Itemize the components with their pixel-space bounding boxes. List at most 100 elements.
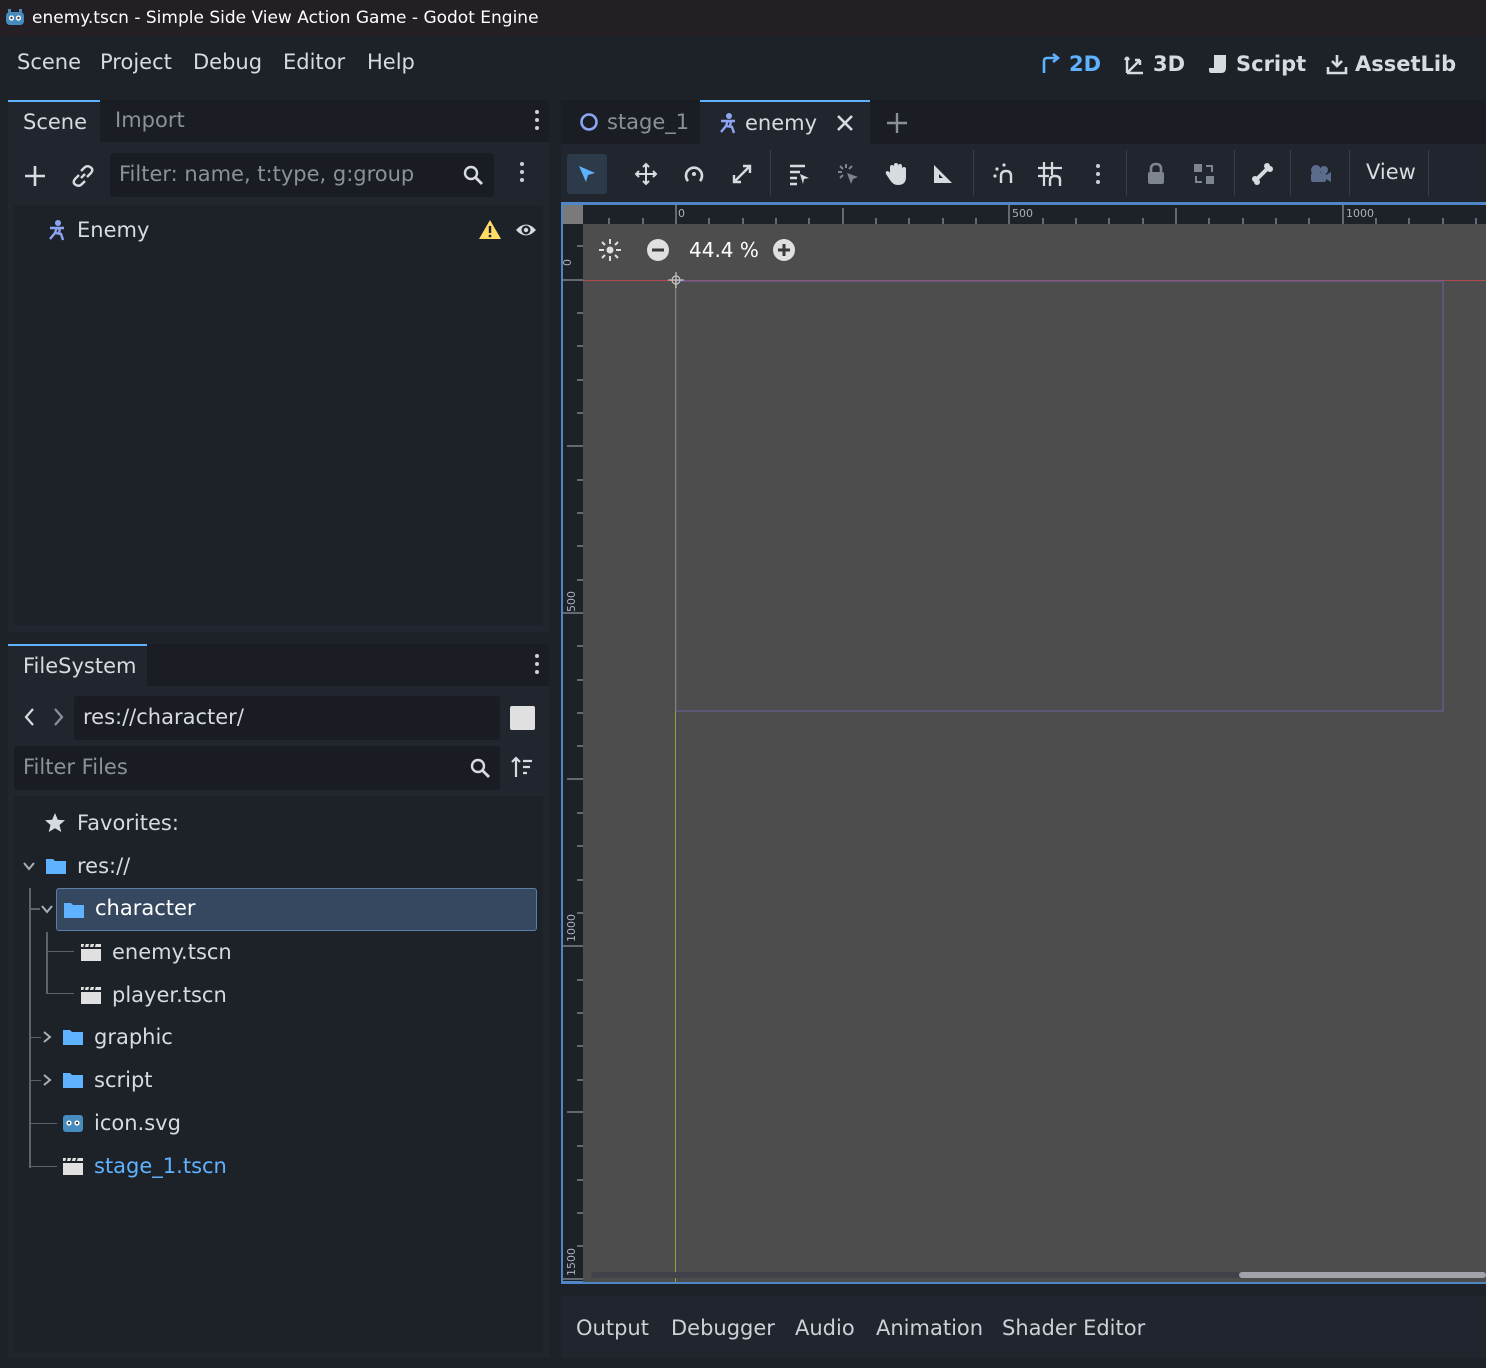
scene-filter-menu-icon[interactable] [519,162,525,182]
tab-scene[interactable]: Scene [8,100,100,142]
file-row-player-tscn[interactable]: player.tscn [80,980,227,1010]
tab-filesystem[interactable]: FileSystem [8,644,147,686]
tab-shader-editor[interactable]: Shader Editor [1002,1316,1145,1340]
workspace-2d-button[interactable]: 2D [1040,52,1101,76]
tab-output[interactable]: Output [576,1316,649,1340]
scene-clapper-icon [63,1157,83,1175]
file-label: enemy.tscn [112,940,232,964]
folder-row-character[interactable]: character [56,888,537,931]
window-title-bar: enemy.tscn - Simple Side View Action Gam… [0,0,1486,36]
tab-audio[interactable]: Audio [795,1316,855,1340]
file-tree: Favorites: res:// character enemy.tscn p… [14,796,543,1352]
download-icon [1326,55,1348,75]
file-label: stage_1.tscn [94,1154,227,1178]
scene-dock-tabbar: Scene Import [8,100,549,144]
toggle-split-mode-icon[interactable] [510,706,535,730]
tab-import[interactable]: Import [100,100,200,142]
scene-node-enemy[interactable]: Enemy [46,213,149,247]
ruler-vertical [563,224,583,1281]
ruler-triangle-icon [934,165,952,183]
scene-filter-input[interactable]: Filter: name, t:type, g:group [110,153,494,197]
horizontal-scrollbar-track[interactable] [591,1272,1486,1278]
menu-project[interactable]: Project [100,50,172,74]
scene-tree: Enemy [14,205,543,625]
workspace-3d-button[interactable]: 3D [1124,52,1185,76]
toolbar-separator [770,150,771,196]
folder-icon [63,1073,83,1088]
snap-options-button[interactable] [1078,154,1118,194]
tree-guide-line [46,932,48,994]
menu-editor[interactable]: Editor [283,50,345,74]
favorites-row[interactable]: Favorites: [44,808,179,838]
horizontal-scrollbar-thumb[interactable] [1239,1272,1486,1278]
folder-icon [46,859,66,874]
ruler-h-label: 1000 [1346,207,1374,220]
menu-debug[interactable]: Debug [193,50,262,74]
close-icon[interactable] [835,113,855,133]
toolbar-separator [1290,150,1291,196]
chevron-right-icon [43,1031,52,1043]
move-mode-button[interactable] [626,154,666,194]
menu-help[interactable]: Help [367,50,415,74]
group-button[interactable] [1184,154,1224,194]
forward-arrow-icon[interactable] [50,706,66,728]
add-node-icon[interactable] [22,163,48,189]
instance-scene-link-icon[interactable] [70,163,96,189]
file-row-enemy-tscn[interactable]: enemy.tscn [80,937,232,967]
file-row-stage-1-tscn[interactable]: stage_1.tscn [62,1151,227,1181]
workspace-script-button[interactable]: Script [1207,52,1306,76]
lock-button[interactable] [1136,154,1176,194]
workspace-assetlib-button[interactable]: AssetLib [1326,52,1456,76]
folder-label: script [94,1068,153,1092]
workspace-script-label: Script [1236,52,1307,76]
zoom-level-label[interactable]: 44.4 % [689,238,759,262]
zoom-out-icon[interactable] [646,238,670,262]
pivot-mode-button[interactable] [828,154,868,194]
camera-override-button[interactable] [1300,154,1340,194]
add-scene-tab-icon[interactable] [885,111,909,135]
list-selection-button[interactable] [779,154,819,194]
script-icon [1209,55,1226,73]
smart-snap-button[interactable] [983,154,1023,194]
workspace-assetlib-label: AssetLib [1355,52,1457,76]
back-arrow-icon[interactable] [22,706,38,728]
canvas-viewport[interactable]: 44.4 % [583,224,1486,1282]
rotate-mode-button[interactable] [674,154,714,194]
scale-mode-button[interactable] [722,154,762,194]
visibility-eye-icon[interactable] [514,219,538,241]
tab-debugger[interactable]: Debugger [671,1316,775,1340]
lock-icon [1148,162,1164,184]
folder-row-script[interactable]: script [40,1065,153,1095]
file-filter-input[interactable]: Filter Files [14,746,500,790]
tab-animation[interactable]: Animation [876,1316,983,1340]
select-mode-button[interactable] [567,154,607,194]
skeleton-button[interactable] [1242,154,1282,194]
scene-dock-menu-icon[interactable] [534,110,540,130]
menu-scene[interactable]: Scene [17,50,81,74]
scene-tab-enemy[interactable]: enemy [700,100,870,144]
pan-mode-button[interactable] [876,154,916,194]
scene-clapper-icon [81,943,101,961]
warning-icon[interactable] [478,218,502,242]
folder-row-graphic[interactable]: graphic [40,1022,173,1052]
grid-snap-button[interactable] [1030,154,1070,194]
file-row-icon-svg[interactable]: icon.svg [62,1108,181,1138]
file-label: icon.svg [94,1111,181,1135]
zoom-in-icon[interactable] [772,238,796,262]
chevron-down-icon[interactable] [40,902,54,916]
path-input[interactable]: res://character/ [74,696,500,740]
ruler-mode-button[interactable] [923,154,963,194]
toolbar-separator [1428,150,1429,196]
node2d-circle-icon [580,113,598,131]
sort-icon[interactable] [510,756,534,780]
scene-tab-label: enemy [745,111,818,135]
grid-snap-icon [1038,162,1062,186]
center-view-icon[interactable] [597,237,623,263]
folder-row-res[interactable]: res:// [22,851,130,881]
scene-tab-stage-1[interactable]: stage_1 [561,100,699,144]
filesystem-dock-menu-icon[interactable] [534,654,540,674]
ruler-v-label: 500 [565,591,578,612]
group-icon [1194,164,1214,184]
view-menu-button[interactable]: View [1366,160,1416,184]
tree-guide-line [29,908,40,910]
